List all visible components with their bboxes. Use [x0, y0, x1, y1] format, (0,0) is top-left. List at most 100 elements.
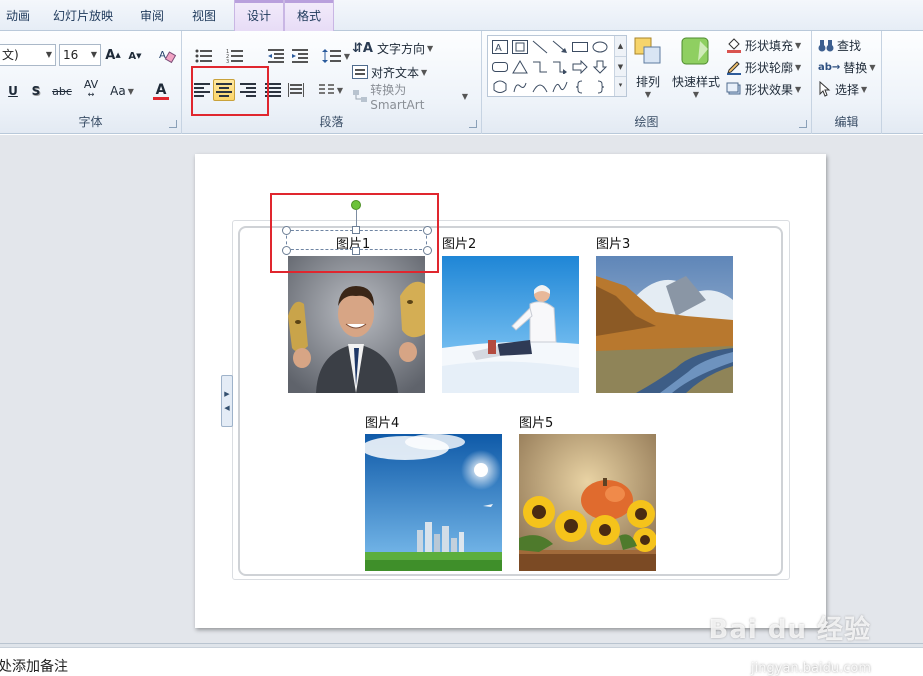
- triangle-shape-icon[interactable]: [510, 57, 530, 77]
- dialog-launcher-icon[interactable]: [169, 120, 177, 128]
- font-size-combo[interactable]: 16 ▼: [59, 44, 101, 66]
- photo-city-sky[interactable]: [365, 434, 502, 571]
- text-pane-toggle[interactable]: ▶ ◀: [221, 375, 233, 427]
- svg-text:3: 3: [226, 59, 229, 63]
- arc-shape-icon[interactable]: [530, 77, 550, 97]
- distributed-button[interactable]: [285, 79, 307, 101]
- tab-review[interactable]: 审阅: [130, 0, 174, 31]
- line-shape-icon[interactable]: [530, 37, 550, 57]
- arrange-button[interactable]: 排列 ▼: [628, 35, 668, 99]
- replace-button[interactable]: ab→ 替换 ▼: [818, 57, 882, 77]
- quick-styles-button[interactable]: 快速样式 ▼: [669, 35, 723, 99]
- chevron-down-icon: ▼: [90, 50, 97, 59]
- picture-caption[interactable]: 图片5: [519, 412, 553, 431]
- change-case-button[interactable]: Aa ▼: [108, 81, 136, 101]
- text-direction-icon: ⇵A: [352, 40, 373, 56]
- picture-caption[interactable]: 图片3: [596, 233, 630, 252]
- line-spacing-button[interactable]: ▼: [322, 45, 350, 67]
- watermark-url-text: jingyan.baidu.com: [751, 661, 871, 676]
- chevron-down-icon: ▼: [644, 90, 652, 99]
- curve-shape-icon[interactable]: [550, 77, 570, 97]
- convert-smartart-label: 转换为 SmartArt: [370, 82, 425, 112]
- gallery-more-icon[interactable]: ▾: [615, 76, 626, 95]
- bullets-button[interactable]: [192, 46, 216, 66]
- tab-view[interactable]: 视图: [182, 0, 226, 31]
- shrink-font-label: A: [128, 50, 137, 62]
- picture-caption[interactable]: 图片4: [365, 412, 399, 431]
- numbering-button[interactable]: 123: [222, 46, 248, 66]
- underline-button[interactable]: U: [4, 81, 22, 101]
- gallery-scrollbar[interactable]: ▲ ▼ ▾: [614, 36, 626, 96]
- photo-businessman-masks[interactable]: [288, 256, 425, 393]
- shape-outline-button[interactable]: 形状轮廓 ▼: [726, 57, 810, 77]
- watermark-main-text: Bai du 经验: [708, 615, 871, 645]
- photo-autumn-river[interactable]: [596, 256, 733, 393]
- drawing-group-label: 绘图: [634, 115, 659, 129]
- tab-design[interactable]: 设计: [234, 0, 284, 31]
- scroll-down-icon[interactable]: ▼: [615, 56, 626, 76]
- text-shadow-button[interactable]: S: [27, 81, 45, 101]
- left-brace-shape-icon[interactable]: [570, 77, 590, 97]
- font-name-combo[interactable]: 文) ▼: [0, 44, 56, 66]
- dialog-launcher-icon[interactable]: [799, 120, 807, 128]
- font-name-value: 文): [2, 48, 19, 62]
- ribbon: 文) ▼ 16 ▼ A ▲ A ▼ A U S abc AV ↔ Aa ▼ A …: [0, 31, 923, 134]
- picture-caption[interactable]: 图片2: [442, 233, 476, 252]
- font-color-swatch: [153, 96, 169, 100]
- freeform-shape-icon[interactable]: [510, 77, 530, 97]
- rectangle-shape-icon[interactable]: [570, 37, 590, 57]
- select-button[interactable]: 选择 ▼: [818, 79, 882, 99]
- ribbon-tab-bar: 动画 幻灯片放映 审阅 视图 设计 格式: [0, 0, 923, 31]
- shape-fill-button[interactable]: 形状填充 ▼: [726, 35, 810, 55]
- shadow-label: S: [31, 84, 41, 98]
- align-text-button[interactable]: 对齐文本 ▼: [352, 62, 442, 82]
- strikethrough-button[interactable]: abc: [50, 81, 74, 101]
- tab-slideshow[interactable]: 幻灯片放映: [44, 0, 122, 31]
- flowchart-shape-icon[interactable]: [490, 77, 510, 97]
- notes-placeholder: 处添加备注: [0, 659, 68, 675]
- elbow-connector-shape-icon[interactable]: [530, 57, 550, 77]
- find-label: 查找: [837, 38, 862, 53]
- grow-font-label: A: [105, 47, 116, 63]
- binoculars-icon: [818, 40, 834, 52]
- text-direction-button[interactable]: ⇵A 文字方向 ▼: [352, 38, 442, 58]
- rounded-rectangle-shape-icon[interactable]: [490, 57, 510, 77]
- right-brace-shape-icon[interactable]: [590, 77, 610, 97]
- increase-indent-button[interactable]: [290, 46, 310, 66]
- elbow-arrow-shape-icon[interactable]: [550, 57, 570, 77]
- clear-formatting-icon: A: [159, 50, 176, 64]
- shapes-gallery[interactable]: A ▲ ▼ ▾: [487, 35, 627, 97]
- columns-button[interactable]: ▼: [316, 79, 346, 101]
- svg-text:A: A: [159, 50, 166, 61]
- shape-fill-label: 形状填充: [745, 38, 794, 53]
- find-button[interactable]: 查找: [818, 35, 878, 55]
- convert-smartart-button[interactable]: 转换为 SmartArt ▼: [352, 83, 468, 112]
- scroll-up-icon[interactable]: ▲: [615, 36, 626, 56]
- oval-shape-icon[interactable]: [590, 37, 610, 57]
- down-arrow-shape-icon[interactable]: [590, 57, 610, 77]
- line-spacing-icon: [322, 49, 341, 63]
- pencil-icon: [727, 61, 741, 75]
- tab-format[interactable]: 格式: [284, 0, 334, 31]
- vertical-textbox-shape-icon[interactable]: [510, 37, 530, 57]
- photo-sunflowers[interactable]: [519, 434, 656, 571]
- arrow-line-shape-icon[interactable]: [550, 37, 570, 57]
- shrink-font-button[interactable]: A ▼: [126, 47, 144, 65]
- tab-animations[interactable]: 动画: [0, 0, 36, 31]
- quick-styles-label: 快速样式: [671, 75, 720, 89]
- right-arrow-shape-icon[interactable]: [570, 57, 590, 77]
- clear-formatting-button[interactable]: A: [156, 44, 178, 66]
- shape-effects-icon: [726, 82, 741, 95]
- photo-woman-snow[interactable]: [442, 256, 579, 393]
- font-color-label: A: [155, 81, 167, 98]
- textbox-shape-icon[interactable]: A: [490, 37, 510, 57]
- decrease-indent-button[interactable]: [266, 46, 286, 66]
- arrange-label: 排列: [635, 75, 660, 89]
- shape-effects-button[interactable]: 形状效果 ▼: [726, 79, 810, 99]
- highlight-box-align: [191, 66, 269, 116]
- grow-font-button[interactable]: A ▲: [104, 45, 122, 65]
- dialog-launcher-icon[interactable]: [469, 120, 477, 128]
- font-color-button[interactable]: A: [146, 79, 176, 103]
- character-spacing-button[interactable]: AV ↔: [78, 79, 104, 101]
- align-text-label: 对齐文本: [371, 65, 420, 80]
